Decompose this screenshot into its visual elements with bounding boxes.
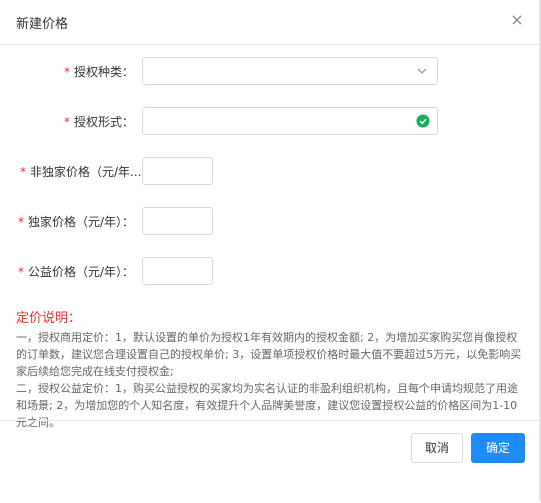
close-icon[interactable]: × xyxy=(509,12,525,28)
pricing-notes-title: 定价说明： xyxy=(16,311,82,326)
check-circle-icon xyxy=(416,114,430,128)
chevron-down-icon xyxy=(417,68,427,74)
required-mark: * xyxy=(63,65,70,79)
pricing-notes: 一，授权商用定价：1，默认设置的单价为授权1年有效期内的授权金额; 2，为增加买… xyxy=(16,329,528,431)
public-welfare-price-input[interactable] xyxy=(142,257,213,285)
public-welfare-price-label: 公益价格（元/年）： xyxy=(27,265,134,279)
dialog-footer: 取消 确定 xyxy=(0,420,541,503)
non-exclusive-price-label: 非独家价格（元/年... xyxy=(30,165,142,179)
license-type-label: 授权种类： xyxy=(73,65,134,79)
required-mark: * xyxy=(63,115,70,129)
required-mark: * xyxy=(17,265,24,279)
pricing-note-commercial: 一，授权商用定价：1，默认设置的单价为授权1年有效期内的授权金额; 2，为增加买… xyxy=(16,331,522,378)
required-mark: * xyxy=(17,215,24,229)
confirm-button[interactable]: 确定 xyxy=(471,433,525,463)
field-label: * 授权种类： xyxy=(64,63,134,80)
field-public-welfare-price: * 公益价格（元/年）： xyxy=(0,257,541,287)
required-mark: * xyxy=(20,165,26,179)
field-label: * 非独家价格（元/年... xyxy=(20,163,142,180)
license-form-label: 授权形式： xyxy=(73,115,134,129)
field-label: * 独家价格（元/年）： xyxy=(18,213,134,230)
field-label: * 公益价格（元/年）： xyxy=(18,263,134,280)
field-license-form: * 授权形式： xyxy=(0,107,541,137)
field-exclusive-price: * 独家价格（元/年）： xyxy=(0,207,541,237)
new-price-dialog: 新建价格 × * 授权种类： * 授权形式： * 非独家价格（元/年... * … xyxy=(0,0,541,502)
dialog-header: 新建价格 × xyxy=(0,0,541,45)
non-exclusive-price-input[interactable] xyxy=(142,157,213,185)
license-type-select[interactable] xyxy=(142,57,438,85)
cancel-button[interactable]: 取消 xyxy=(411,433,463,463)
license-form-input[interactable] xyxy=(142,107,438,135)
exclusive-price-label: 独家价格（元/年）： xyxy=(27,215,134,229)
dialog-title: 新建价格 xyxy=(16,17,69,32)
field-non-exclusive-price: * 非独家价格（元/年... xyxy=(0,157,541,187)
field-label: * 授权形式： xyxy=(64,113,134,130)
field-license-type: * 授权种类： xyxy=(0,57,541,87)
exclusive-price-input[interactable] xyxy=(142,207,213,235)
